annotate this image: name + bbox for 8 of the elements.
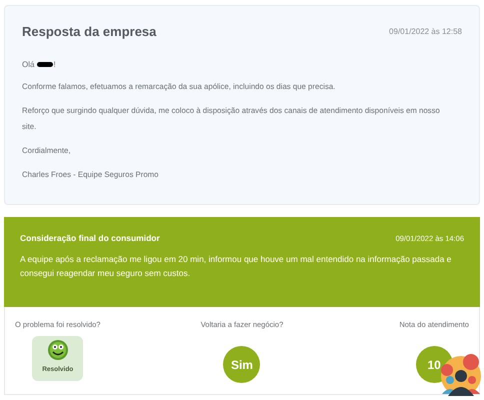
section-title: Resposta da empresa <box>22 23 156 41</box>
smiley-icon <box>46 339 69 362</box>
greeting-text: Olá <box>22 58 34 70</box>
section-title: Consideração final do consumidor <box>20 232 160 245</box>
answer-badge: Sim <box>223 346 260 384</box>
date-text: 09/01/2022 às 12:58 <box>389 26 462 38</box>
consumer-comment: A equipe após a reclamação me ligou em 20 min, informou que houve um mal entendido na informação passada e consegui reagendar meu seguro sem custos. <box>20 252 452 280</box>
greeting-text: ! <box>53 58 56 70</box>
